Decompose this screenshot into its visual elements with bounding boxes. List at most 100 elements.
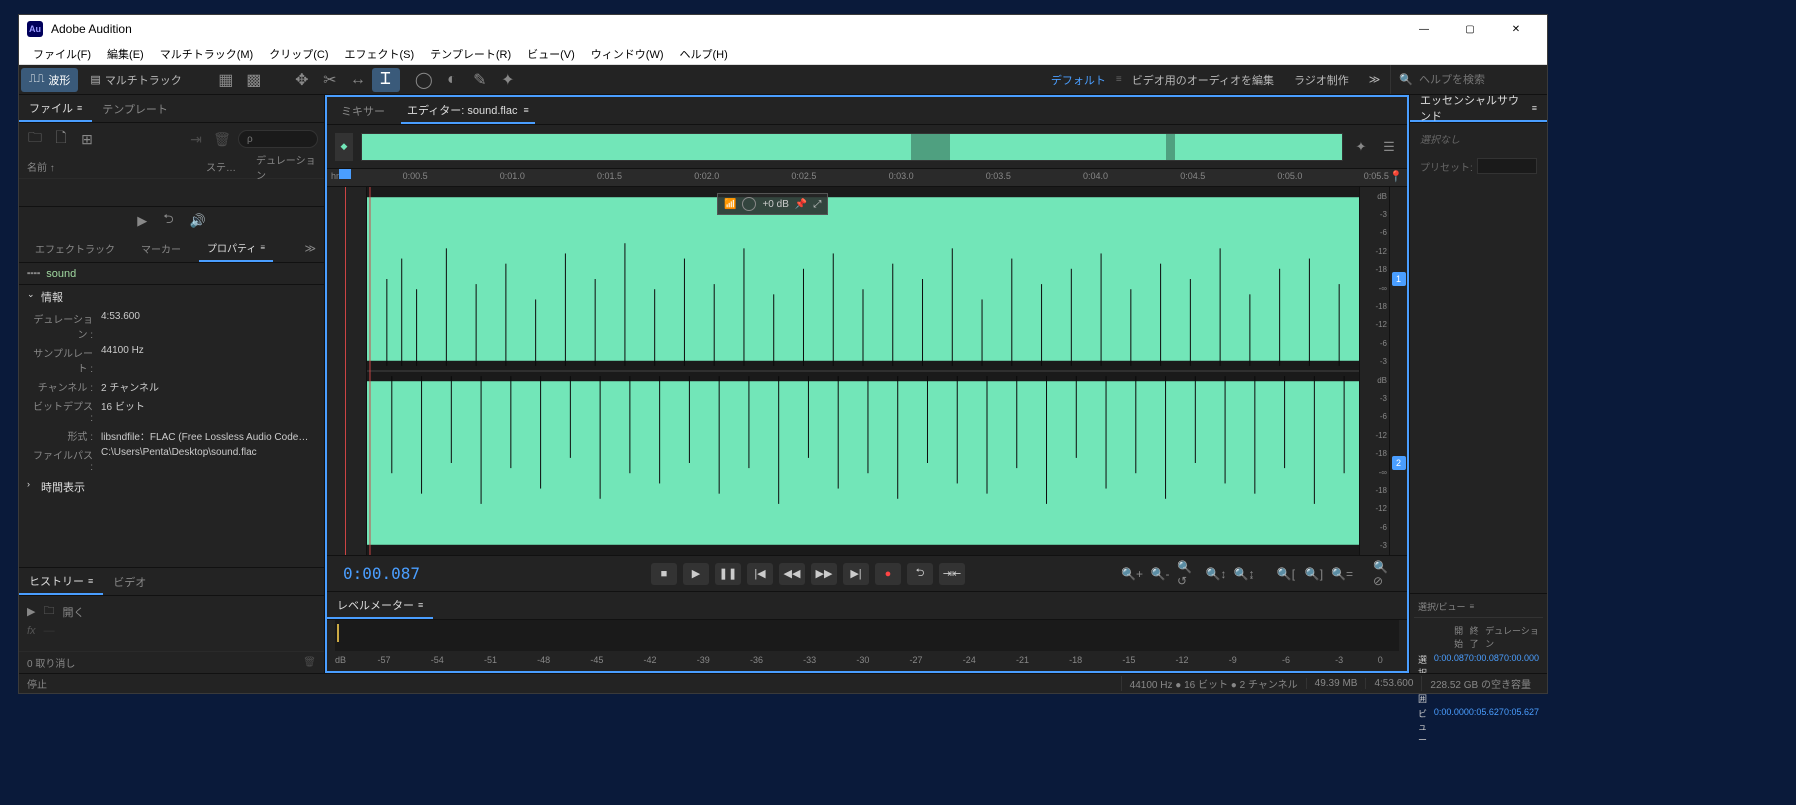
menu-template[interactable]: テンプレート(R) (422, 46, 519, 62)
view-dur-value[interactable]: 0:05.627 (1504, 707, 1539, 746)
zoom-in-time-icon[interactable]: 🔍+ (1121, 563, 1143, 585)
info-section-header[interactable]: ⌄情報 (19, 285, 324, 309)
brush-tool-icon[interactable]: ✎ (466, 68, 494, 92)
spectral-freq-icon[interactable]: ▦ (212, 68, 240, 92)
zoom-reset-all-icon[interactable]: 🔍⊘ (1373, 563, 1395, 585)
col-duration[interactable]: デュレーション (256, 152, 316, 182)
editor-file-tab[interactable]: エディター: sound.flac≡ (401, 97, 535, 124)
selection-view-title[interactable]: 選択/ビュー≡ (1418, 600, 1474, 613)
view-multitrack-button[interactable]: ▤ マルチトラック (82, 68, 189, 92)
panel-menu-icon[interactable]: ≡ (260, 243, 265, 252)
slip-tool-icon[interactable]: ↔ (344, 68, 372, 92)
list-view-icon[interactable]: ☰ (1379, 139, 1399, 155)
menu-window[interactable]: ウィンドウ(W) (583, 46, 672, 62)
rewind-button[interactable]: ◀◀ (779, 563, 805, 585)
marker-tab[interactable]: マーカー (133, 235, 189, 262)
templates-panel-tab[interactable]: テンプレート (92, 95, 178, 122)
files-panel-tab[interactable]: ファイル≡ (19, 95, 92, 122)
zoom-selection-out-icon[interactable]: 🔍] (1303, 563, 1325, 585)
volume-hud[interactable]: 📶 +0 dB 📌 ⤢ (717, 193, 828, 215)
open-file-icon[interactable]: 🗀 (25, 129, 45, 149)
time-selection-tool-icon[interactable]: Ꮖ (372, 68, 400, 92)
zoom-reset-icon[interactable]: 🔍↺ (1177, 563, 1199, 585)
delete-icon[interactable]: 🗑 (212, 129, 232, 149)
panel-menu-icon[interactable]: ≡ (88, 576, 93, 586)
channel-1-badge[interactable]: 1 (1392, 272, 1406, 286)
window-close-button[interactable]: ✕ (1493, 15, 1539, 43)
zoom-selection-in-icon[interactable]: 🔍[ (1275, 563, 1297, 585)
overview-handle-icon[interactable]: ◆ (335, 133, 353, 161)
record-button[interactable]: ● (875, 563, 901, 585)
marquee-tool-icon[interactable]: ◯ (410, 68, 438, 92)
workspace-video-audio[interactable]: ビデオ用のオーディオを編集 (1122, 72, 1284, 88)
view-end-value[interactable]: 0:05.627 (1469, 707, 1504, 746)
waveform-display[interactable]: 📶 +0 dB 📌 ⤢ dB-3-6-12-18-∞-18-12-6-3 dB-… (327, 187, 1407, 555)
zoom-nav-icon[interactable]: ✦ (1351, 139, 1371, 155)
window-minimize-button[interactable]: — (1401, 15, 1447, 43)
workspace-default[interactable]: デフォルト (1041, 72, 1116, 88)
zoom-out-time-icon[interactable]: 🔍- (1149, 563, 1171, 585)
menu-view[interactable]: ビュー(V) (519, 46, 583, 62)
workspace-radio[interactable]: ラジオ制作 (1284, 72, 1359, 88)
spectral-pitch-icon[interactable]: ▩ (240, 68, 268, 92)
panel-overflow-icon[interactable]: ≫ (304, 242, 316, 255)
time-ruler[interactable]: hms 0:00.5 0:01.0 0:01.5 0:02.0 0:02.5 0… (327, 169, 1407, 187)
play-button[interactable]: ▶ (683, 563, 709, 585)
forward-button[interactable]: ▶▶ (811, 563, 837, 585)
col-status[interactable]: ステ… (206, 159, 256, 174)
mixer-tab[interactable]: ミキサー (335, 97, 391, 124)
menu-multitrack[interactable]: マルチトラック(M) (152, 46, 262, 62)
lasso-tool-icon[interactable]: ◐ (438, 68, 466, 92)
pause-button[interactable]: ❚❚ (715, 563, 741, 585)
menu-help[interactable]: ヘルプ(H) (672, 46, 736, 62)
history-item-fx[interactable]: fx— (27, 623, 316, 639)
stop-button[interactable]: ■ (651, 563, 677, 585)
video-tab[interactable]: ビデオ (103, 568, 156, 595)
loop-button[interactable]: ⮌ (907, 563, 933, 585)
play-icon[interactable]: ▶ (137, 213, 147, 229)
pin-icon[interactable]: 📌 (795, 199, 807, 210)
view-start-value[interactable]: 0:00.000 (1434, 707, 1469, 746)
marker-pin-icon[interactable]: 📍 (1389, 170, 1403, 183)
menu-clip[interactable]: クリップ(C) (261, 46, 336, 62)
volume-knob-icon[interactable] (742, 197, 756, 211)
panel-menu-icon[interactable]: ≡ (1532, 103, 1537, 113)
current-time-display[interactable]: 0:00.087 (327, 564, 507, 583)
preset-dropdown[interactable] (1477, 158, 1537, 174)
heal-tool-icon[interactable]: ✦ (494, 68, 522, 92)
window-maximize-button[interactable]: ▢ (1447, 15, 1493, 43)
move-tool-icon[interactable]: ✥ (288, 68, 316, 92)
expand-icon[interactable]: ⤢ (813, 199, 821, 210)
file-filter-input[interactable] (238, 130, 318, 148)
overview-waveform[interactable] (361, 133, 1343, 161)
workspace-more[interactable]: ≫ (1359, 73, 1391, 86)
new-multitrack-icon[interactable]: ⊞ (77, 129, 97, 149)
panel-menu-icon[interactable]: ≡ (524, 105, 529, 115)
level-meter[interactable] (335, 620, 1399, 651)
autoplay-icon[interactable]: 🔊 (190, 213, 206, 229)
help-search-input[interactable] (1419, 74, 1539, 86)
insert-icon[interactable]: ⇥ (186, 129, 206, 149)
rewind-start-button[interactable]: |◀ (747, 563, 773, 585)
menu-effects[interactable]: エフェクト(S) (337, 46, 423, 62)
forward-end-button[interactable]: ▶| (843, 563, 869, 585)
menu-file[interactable]: ファイル(F) (25, 46, 99, 62)
razor-tool-icon[interactable]: ✂ (316, 68, 344, 92)
file-list[interactable] (19, 179, 324, 207)
properties-tab[interactable]: プロパティ≡ (199, 235, 273, 262)
zoom-full-icon[interactable]: 🔍= (1331, 563, 1353, 585)
zoom-in-amp-icon[interactable]: 🔍↕ (1205, 563, 1227, 585)
view-waveform-button[interactable]: ⎍⎍ 波形 (21, 68, 78, 92)
effectrack-tab[interactable]: エフェクトラック (27, 235, 123, 262)
col-name[interactable]: 名前 ↑ (27, 159, 206, 174)
playhead-indicator[interactable] (339, 169, 351, 179)
time-display-header[interactable]: ›時間表示 (19, 475, 324, 499)
level-meter-tab[interactable]: レベルメーター≡ (327, 592, 433, 619)
loop-icon[interactable]: ⮌ (163, 210, 173, 232)
panel-menu-icon[interactable]: ≡ (1470, 602, 1475, 611)
skip-selection-button[interactable]: ⇥⇤ (939, 563, 965, 585)
history-tab[interactable]: ヒストリー≡ (19, 568, 103, 595)
zoom-out-amp-icon[interactable]: 🔍↨ (1233, 563, 1255, 585)
panel-menu-icon[interactable]: ≡ (418, 600, 423, 610)
panel-menu-icon[interactable]: ≡ (77, 103, 82, 113)
